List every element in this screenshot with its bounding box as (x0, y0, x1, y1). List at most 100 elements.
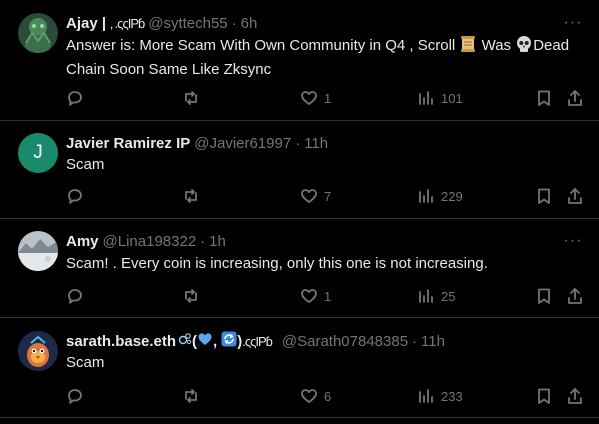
like-button[interactable]: 1 (300, 87, 331, 109)
tweet[interactable]: J Javier Ramirez IP @Javier61997 · 11h S… (0, 121, 599, 219)
bookmark-icon (538, 388, 550, 404)
bookmark-icon (538, 90, 550, 106)
tweet-text-part: Chain Soon Same Like Zksync (66, 61, 272, 78)
views-button[interactable]: 25 (417, 285, 455, 307)
more-options-button[interactable]: ··· (563, 13, 583, 33)
tweet-text: Scam (66, 354, 105, 371)
tweet-text-part: Was (477, 37, 516, 54)
reply-button[interactable] (66, 87, 90, 109)
views-chart-icon (419, 289, 433, 303)
views-chart-icon (419, 189, 433, 203)
display-name[interactable]: Javier Ramirez IP (66, 135, 190, 152)
reply-icon (68, 189, 82, 204)
reply-icon (68, 289, 82, 304)
avatar[interactable] (18, 331, 58, 371)
timestamp[interactable]: 6h (241, 15, 258, 32)
repost-button[interactable] (182, 385, 206, 407)
tweet[interactable]: Ajay | ‚ .ςςIPɓ @syttech55 · 6h ··· Answ… (0, 0, 599, 121)
user-handle[interactable]: @Lina198322 (103, 233, 197, 250)
tweet-actions: 1 101 (0, 87, 599, 109)
views-button[interactable]: 229 (417, 185, 463, 207)
bookmark-button[interactable] (535, 185, 553, 207)
repost-icon (185, 389, 197, 403)
tweet-text: Scam! . Every coin is increasing, only t… (66, 255, 488, 272)
tweet-text: Scam (66, 156, 105, 173)
user-handle[interactable]: @syttech55 (148, 15, 227, 32)
avatar[interactable] (18, 231, 58, 271)
bookmark-button[interactable] (535, 87, 553, 109)
views-button[interactable]: 101 (417, 87, 463, 109)
share-button[interactable] (566, 285, 584, 307)
share-icon (568, 388, 582, 404)
name-decoration: ‚ .ςςIPɓ (110, 15, 145, 31)
repost-icon (185, 189, 197, 203)
bookmark-icon (538, 288, 550, 304)
skull-emoji-icon (515, 35, 533, 59)
repost-button[interactable] (182, 185, 206, 207)
bubbles-icon (178, 332, 192, 350)
tweet-text-part: Answer is: More Scam With Own Community … (66, 37, 460, 54)
share-icon (568, 90, 582, 106)
tweet-text-part: Dead (533, 37, 570, 54)
share-button[interactable] (566, 185, 584, 207)
timestamp[interactable]: 11h (421, 333, 445, 350)
more-options-button[interactable]: ··· (563, 231, 583, 251)
refresh-emoji-icon (221, 331, 237, 351)
bookmark-icon (538, 188, 550, 204)
share-icon (568, 188, 582, 204)
tweet-text: Answer is: More Scam With Own Community … (66, 35, 579, 80)
name-decoration: .ςςIPɓ (242, 333, 273, 349)
user-handle[interactable]: @Javier61997 (194, 135, 291, 152)
heart-icon (301, 289, 317, 303)
tweet-header: Amy @Lina198322 · 1h (66, 231, 226, 251)
like-button[interactable]: 7 (300, 185, 331, 207)
heart-icon (301, 389, 317, 403)
share-icon (568, 288, 582, 304)
repost-icon (185, 289, 197, 303)
timestamp[interactable]: 11h (304, 135, 328, 152)
avatar[interactable]: J (18, 133, 58, 173)
tweet-header: sarath.base.eth ( , ) .ςςIPɓ @Sarath0784… (66, 331, 445, 351)
bookmark-button[interactable] (535, 385, 553, 407)
separator-dot: · (231, 14, 237, 32)
heart-icon (301, 91, 317, 105)
timeline-feed: Ajay | ‚ .ςςIPɓ @syttech55 · 6h ··· Answ… (0, 0, 599, 424)
timestamp[interactable]: 1h (209, 233, 226, 250)
name-decoration: , (213, 332, 218, 350)
display-name[interactable]: sarath.base.eth (66, 333, 176, 350)
separator-dot: · (412, 332, 418, 350)
like-button[interactable]: 6 (300, 385, 331, 407)
display-name[interactable]: Amy (66, 233, 99, 250)
avatar[interactable] (18, 13, 58, 53)
tweet[interactable]: sarath.base.eth ( , ) .ςςIPɓ @Sarath0784… (0, 318, 599, 418)
reply-button[interactable] (66, 285, 90, 307)
scroll-emoji-icon (459, 35, 477, 59)
views-button[interactable]: 233 (417, 385, 463, 407)
tweet-actions: 6 233 (0, 385, 599, 407)
reply-button[interactable] (66, 185, 90, 207)
tweet-actions: 7 229 (0, 185, 599, 207)
views-chart-icon (419, 91, 433, 105)
reply-icon (68, 91, 82, 106)
tweet[interactable]: Amy @Lina198322 · 1h ··· Scam! . Every c… (0, 219, 599, 318)
tweet-actions: 1 25 (0, 285, 599, 307)
tweet-header: Javier Ramirez IP @Javier61997 · 11h (66, 133, 328, 153)
like-button[interactable]: 1 (300, 285, 331, 307)
separator-dot: · (295, 134, 301, 152)
share-button[interactable] (566, 385, 584, 407)
tweet-header: Ajay | ‚ .ςςIPɓ @syttech55 · 6h (66, 13, 257, 33)
blue-heart-icon (197, 331, 213, 351)
user-handle[interactable]: @Sarath07848385 (282, 333, 408, 350)
repost-button[interactable] (182, 285, 206, 307)
reply-icon (68, 389, 82, 404)
display-name[interactable]: Ajay | (66, 15, 106, 32)
reply-button[interactable] (66, 385, 90, 407)
views-chart-icon (419, 389, 433, 403)
repost-button[interactable] (182, 87, 206, 109)
heart-icon (301, 189, 317, 203)
repost-icon (185, 91, 197, 105)
share-button[interactable] (566, 87, 584, 109)
bookmark-button[interactable] (535, 285, 553, 307)
avatar-letter: J (33, 142, 43, 163)
separator-dot: · (200, 232, 206, 250)
